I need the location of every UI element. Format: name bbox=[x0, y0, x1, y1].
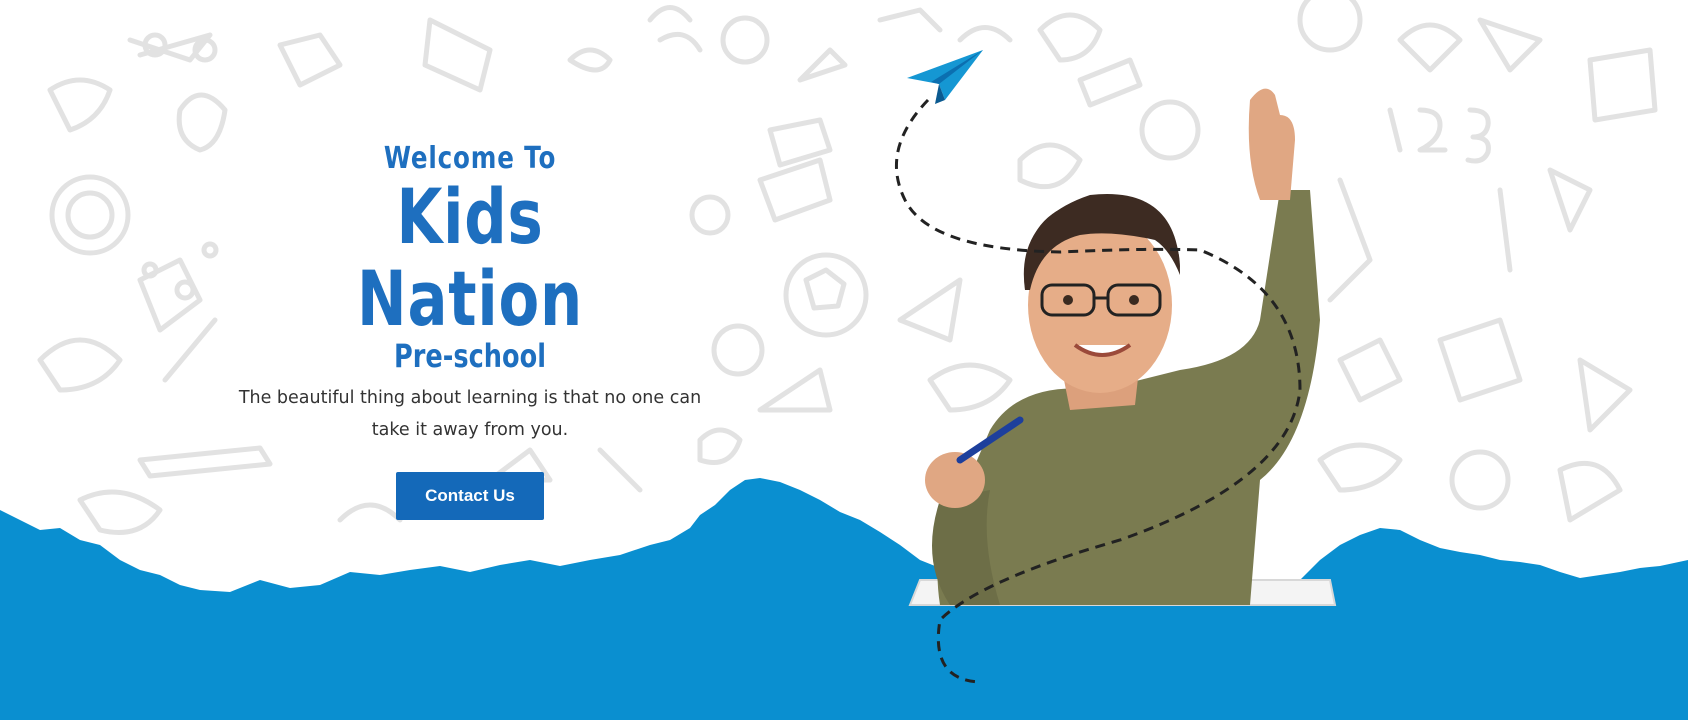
contact-us-button[interactable]: Contact Us bbox=[396, 472, 544, 520]
brand-title: Kids Nation bbox=[357, 172, 583, 343]
hero-banner: Welcome To Kids Nation Pre-school The be… bbox=[0, 0, 1688, 720]
hero-text-block: Welcome To Kids Nation Pre-school The be… bbox=[230, 140, 710, 520]
hero-tagline: The beautiful thing about learning is th… bbox=[238, 388, 702, 440]
brand-subtitle: Pre-school bbox=[394, 337, 546, 375]
paper-plane-icon bbox=[907, 50, 983, 104]
